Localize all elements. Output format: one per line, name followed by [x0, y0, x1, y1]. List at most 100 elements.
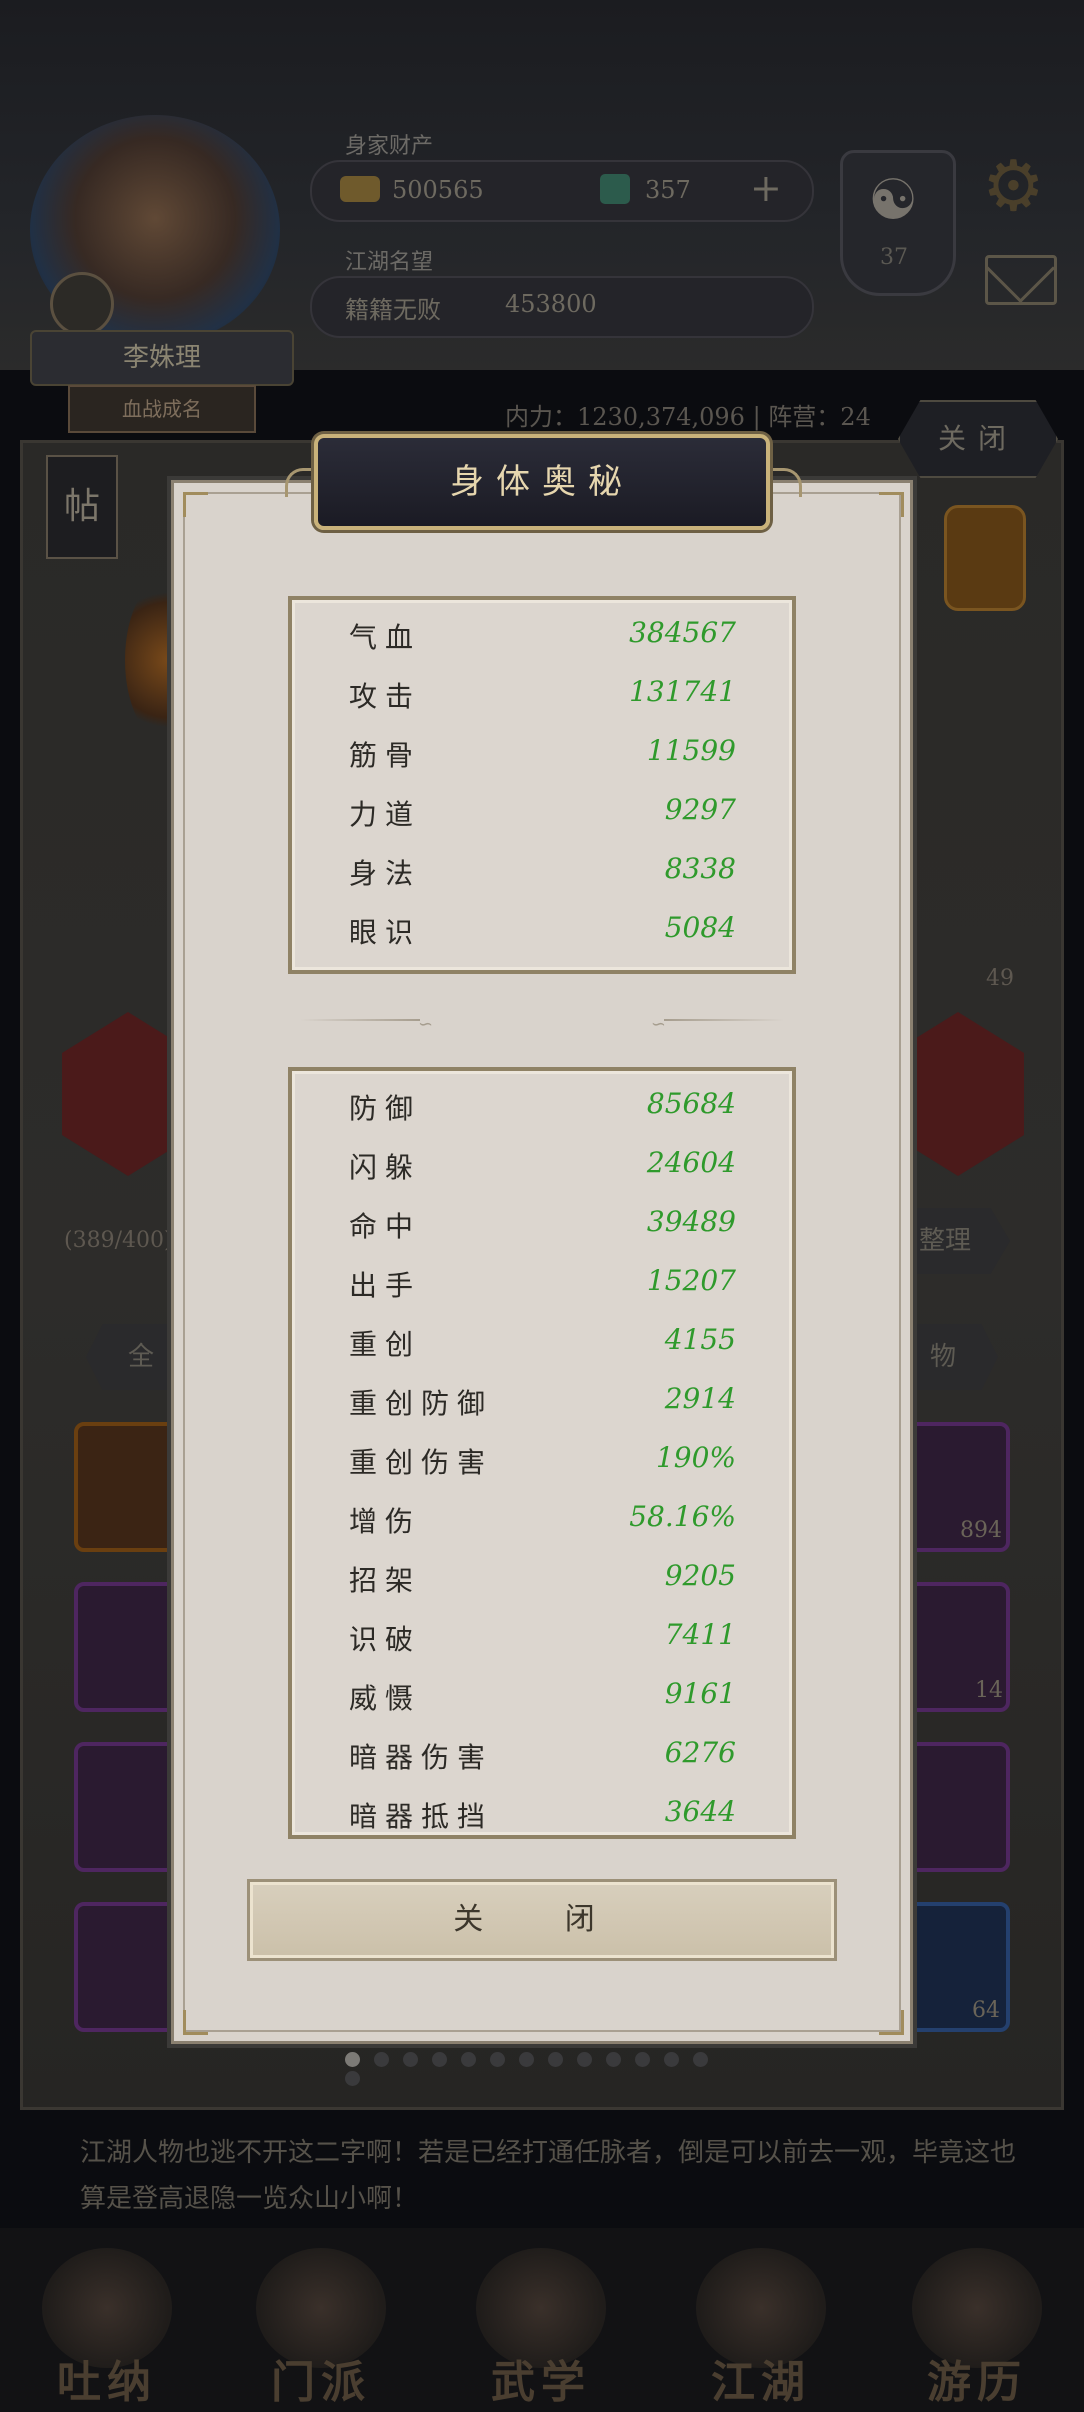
- stat-value: 384567: [629, 616, 736, 649]
- add-currency-button[interactable]: +: [750, 166, 782, 210]
- stat-name: 重创防御: [349, 1387, 494, 1420]
- description-text: 江湖人物也逃不开这二字啊！若是已经打通任脉者，倒是可以前去一观，毕竟这也算是登高…: [80, 2138, 1017, 2214]
- power-stats: 内力：1230,374,096 | 阵营：24: [505, 403, 871, 431]
- gold-ingot-icon: [340, 176, 380, 202]
- nav-martial[interactable]: 武学: [446, 2248, 636, 2408]
- stat-name: 增伤: [349, 1505, 422, 1538]
- stat-value: 9161: [664, 1677, 736, 1710]
- stat-name: 身法: [349, 857, 422, 890]
- page-dot: [345, 2071, 360, 2086]
- page-dot: [432, 2052, 447, 2067]
- stat-name: 攻击: [349, 680, 422, 713]
- stat-name: 筋骨: [349, 739, 422, 772]
- corner-ornament: [183, 2010, 208, 2035]
- page-dot: [374, 2052, 389, 2067]
- stat-value: 3644: [664, 1795, 736, 1828]
- close-button-top[interactable]: 关闭: [898, 400, 1058, 478]
- item-count: 64: [972, 1998, 1000, 2023]
- stat-value: 39489: [646, 1205, 736, 1238]
- corner-ornament: [879, 2010, 904, 2035]
- wealth-label: 身家财产: [345, 134, 434, 159]
- stat-value: 6276: [664, 1736, 736, 1769]
- stat-row: 暗器抵挡 3644: [292, 1785, 792, 1835]
- stat-value: 2914: [664, 1382, 736, 1415]
- stat-row: 出手 15207: [292, 1254, 792, 1313]
- stat-row: 力道 9297: [292, 783, 792, 842]
- post-button[interactable]: 帖: [46, 455, 118, 559]
- page-dot: [461, 2052, 476, 2067]
- page-dot: [403, 2052, 418, 2067]
- nav-label: 门派: [271, 2357, 371, 2408]
- stat-row: 攻击 131741: [292, 665, 792, 724]
- stat-value: 11599: [646, 734, 736, 767]
- stat-name: 招架: [349, 1564, 422, 1597]
- item-slot[interactable]: [74, 1422, 182, 1552]
- stat-name: 重创: [349, 1328, 422, 1361]
- stat-row: 闪躲 24604: [292, 1136, 792, 1195]
- page-dot: [548, 2052, 563, 2067]
- taiji-icon: ☯: [868, 168, 919, 233]
- stat-value: 190%: [655, 1441, 736, 1474]
- stat-value: 4155: [664, 1323, 736, 1356]
- stat-name: 出手: [349, 1269, 422, 1302]
- stat-row: 身法 8338: [292, 842, 792, 901]
- rank-value: 453800: [505, 290, 597, 318]
- stat-value: 131741: [629, 675, 736, 708]
- item-count: 894: [960, 1518, 1002, 1543]
- nav-jianghu[interactable]: 江湖: [666, 2248, 856, 2408]
- stat-value: 7411: [664, 1618, 736, 1651]
- stat-name: 闪躲: [349, 1151, 422, 1184]
- jade-icon: [600, 174, 630, 204]
- stat-value: 15207: [646, 1264, 736, 1297]
- jade-amount: 357: [645, 176, 691, 204]
- lantern-icon[interactable]: [944, 505, 1026, 611]
- stat-row: 招架 9205: [292, 1549, 792, 1608]
- stat-row: 眼识 5084: [292, 901, 792, 960]
- page-dot: [693, 2052, 708, 2067]
- mail-icon[interactable]: [985, 255, 1057, 305]
- item-count: 14: [975, 1678, 1003, 1703]
- item-slot[interactable]: [74, 1742, 182, 1872]
- close-button[interactable]: 关 闭: [247, 1879, 837, 1961]
- stat-value: 85684: [646, 1087, 736, 1120]
- basic-stats-panel: 气血 384567 攻击 131741 筋骨 11599 力道 9297 身法 8338 眼识 508…: [288, 596, 796, 974]
- stat-name: 重创伤害: [349, 1446, 494, 1479]
- combat-stats-panel[interactable]: 防御 85684 闪躲 24604 命中 39489 出手 15207 重创 4155 重创防御 29…: [288, 1067, 796, 1839]
- reputation-label: 江湖名望: [345, 250, 434, 275]
- page-dot: [664, 2052, 679, 2067]
- stat-row: 识破 7411: [292, 1608, 792, 1667]
- currency-bar: [310, 160, 814, 222]
- nav-label: 游历: [927, 2357, 1027, 2408]
- page-indicator: [345, 2052, 745, 2086]
- item-slot[interactable]: [74, 1902, 182, 2032]
- item-slot[interactable]: [74, 1582, 182, 1712]
- stat-row: 筋骨 11599: [292, 724, 792, 783]
- stat-name: 力道: [349, 798, 422, 831]
- nav-tuna[interactable]: 吐纳: [12, 2248, 202, 2408]
- character-name: 李姝理: [30, 330, 294, 386]
- level-number: 49: [986, 966, 1014, 991]
- level-badge: [50, 272, 114, 336]
- stat-row: 威慑 9161: [292, 1667, 792, 1726]
- nav-travel[interactable]: 游历: [882, 2248, 1072, 2408]
- gear-icon[interactable]: ⚙: [982, 145, 1045, 227]
- section-divider: ∽ ∽: [300, 1014, 784, 1035]
- nav-label: 武学: [491, 2357, 591, 2408]
- nav-label: 吐纳: [57, 2357, 157, 2408]
- page-dot: [635, 2052, 650, 2067]
- stat-name: 识破: [349, 1623, 422, 1656]
- stat-row: 命中 39489: [292, 1195, 792, 1254]
- stat-name: 暗器伤害: [349, 1741, 494, 1774]
- stat-name: 暗器抵挡: [349, 1800, 494, 1833]
- page-dot: [519, 2052, 534, 2067]
- coin-amount: 500565: [392, 176, 484, 204]
- stat-name: 眼识: [349, 916, 422, 949]
- page-dot: [577, 2052, 592, 2067]
- nav-sect[interactable]: 门派: [226, 2248, 416, 2408]
- item-slot[interactable]: [902, 1742, 1010, 1872]
- stat-row: 增伤 58.16%: [292, 1490, 792, 1549]
- stat-name: 气血: [349, 621, 422, 654]
- stat-value: 5084: [664, 911, 736, 944]
- nav-label: 江湖: [711, 2357, 811, 2408]
- corner-ornament: [183, 492, 208, 517]
